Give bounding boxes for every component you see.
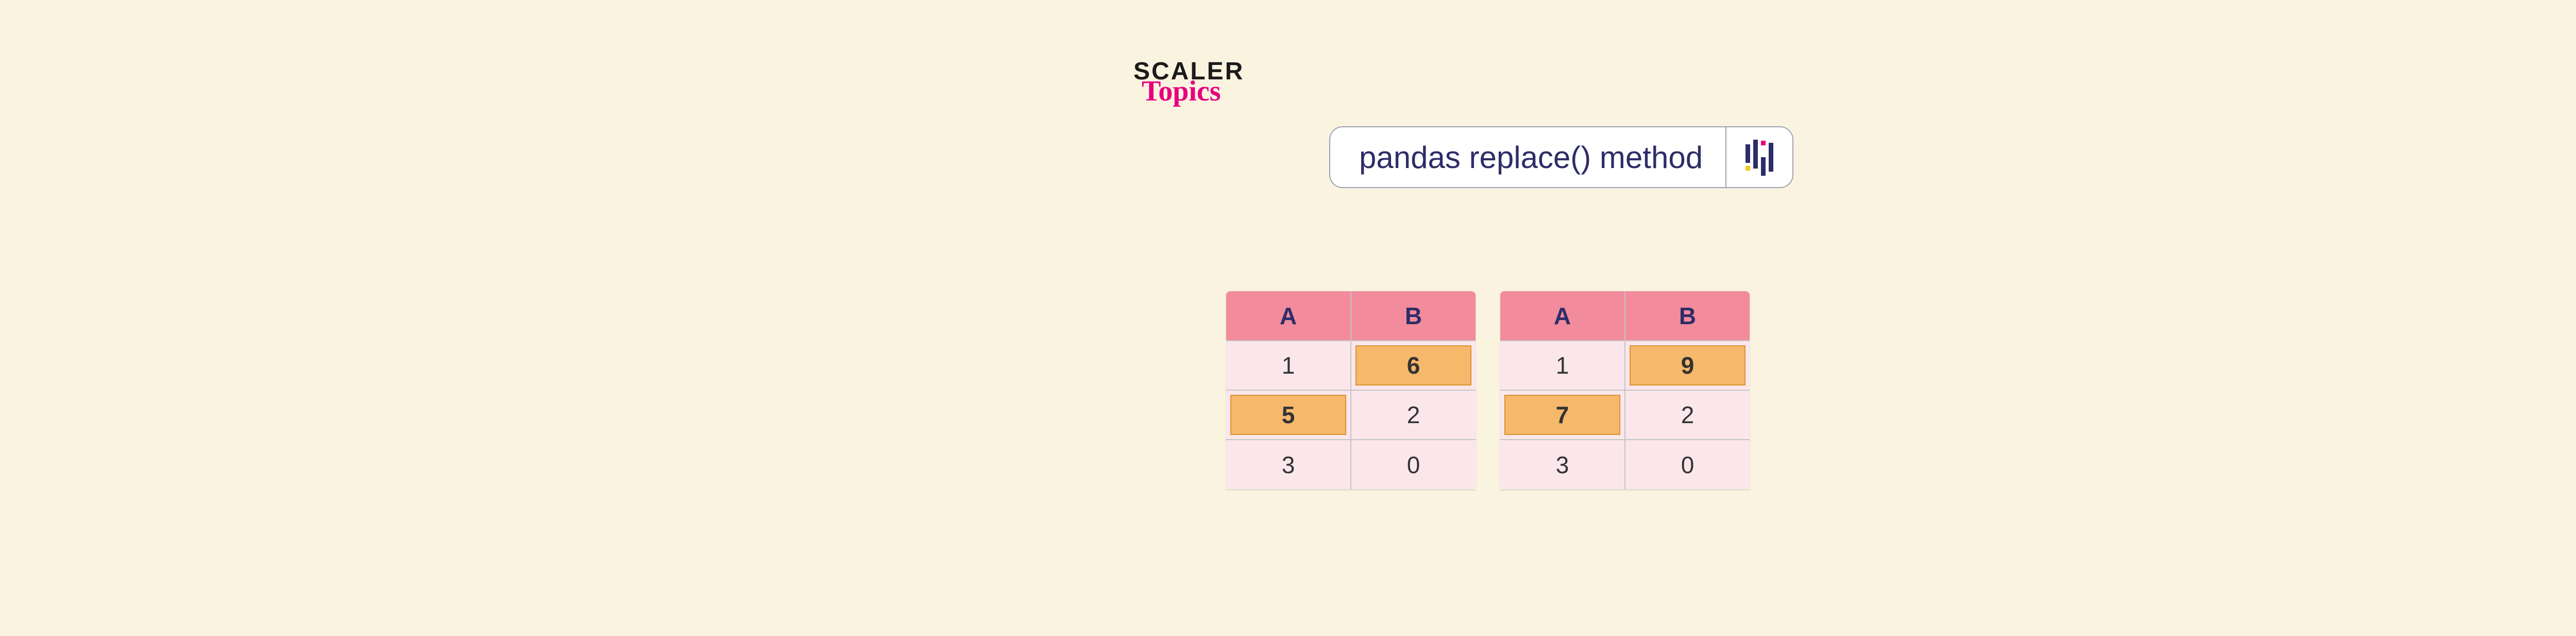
table-row: 3 0	[1226, 440, 1476, 489]
cell: 1	[1500, 341, 1625, 390]
title-pill: pandas replace() method	[1329, 126, 1793, 188]
pandas-icon-box	[1725, 127, 1792, 187]
cell-highlighted: 9	[1625, 341, 1750, 390]
cell-highlighted: 6	[1351, 341, 1476, 390]
cell-highlighted: 5	[1226, 390, 1351, 440]
table-row: 1 9	[1500, 341, 1750, 390]
tables-row: A B 1 6 5 2 3 0	[1226, 291, 1750, 489]
col-header-b: B	[1351, 291, 1476, 341]
table-row: 7 2	[1500, 390, 1750, 440]
cell: 2	[1351, 390, 1476, 440]
table-row: 1 6	[1226, 341, 1476, 390]
cell: 1	[1226, 341, 1351, 390]
dataframe-after: A B 1 9 7 2 3 0	[1500, 291, 1750, 489]
cell: 0	[1351, 440, 1476, 489]
col-header-a: A	[1226, 291, 1351, 341]
pandas-icon	[1745, 140, 1773, 174]
cell: 3	[1500, 440, 1625, 489]
cell-highlighted: 7	[1500, 390, 1625, 440]
table-row: 3 0	[1500, 440, 1750, 489]
col-header-b: B	[1625, 291, 1750, 341]
cell: 2	[1625, 390, 1750, 440]
table-row: 5 2	[1226, 390, 1476, 440]
scaler-topics-logo: SCALER Topics	[1133, 59, 1244, 103]
dataframe-before: A B 1 6 5 2 3 0	[1226, 291, 1476, 489]
cell: 3	[1226, 440, 1351, 489]
col-header-a: A	[1500, 291, 1625, 341]
logo-line2: Topics	[1142, 80, 1221, 103]
title-text: pandas replace() method	[1330, 127, 1725, 187]
cell: 0	[1625, 440, 1750, 489]
